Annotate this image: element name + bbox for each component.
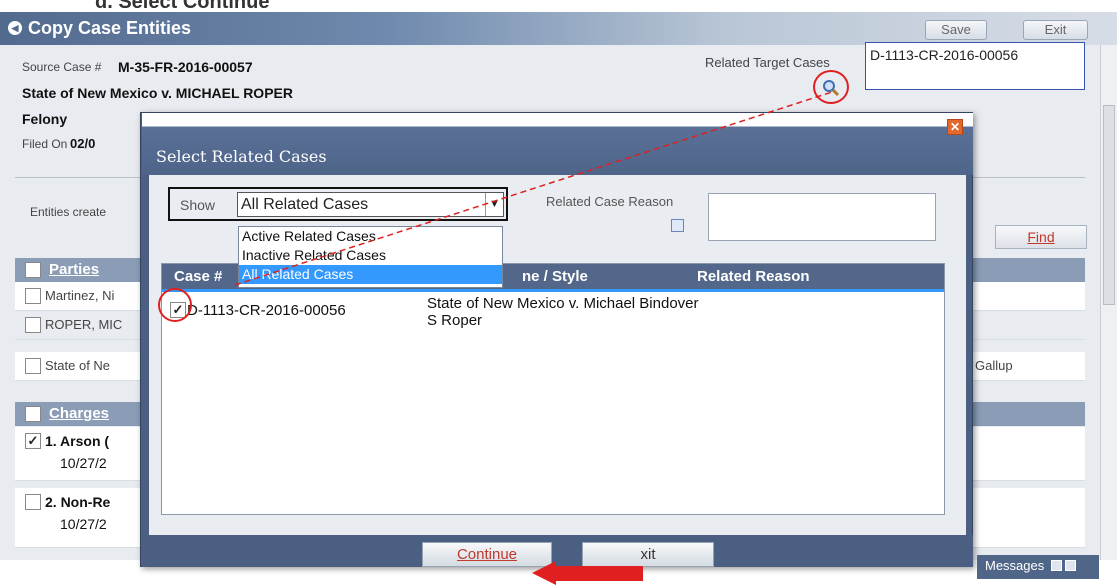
related-case-name-line2: S Roper [427,312,483,329]
party-name: State of Ne [45,358,111,373]
charge-checkbox[interactable] [25,494,41,510]
dialog-titlebar: ✕ Select Related Cases [142,113,973,175]
show-filter-box: Show All Related Cases ▼ [168,187,508,221]
related-case-reason-input[interactable] [708,193,936,241]
charges-header-label[interactable]: Charges [49,405,109,422]
related-case-reason-label: Related Case Reason [546,194,674,209]
dialog-exit-button[interactable]: xit [582,542,714,567]
show-select[interactable]: All Related Cases ▼ [237,192,504,217]
find-button[interactable]: Find [995,225,1087,249]
entities-created-label: Entities create [30,205,107,219]
case-style: State of New Mexico v. MICHAEL ROPER [22,85,293,101]
filed-on-value: 02/0 [70,136,96,151]
parties-select-all-checkbox[interactable] [25,262,41,278]
related-target-cases-field[interactable]: D-1113-CR-2016-00056 [865,42,1085,90]
row-checkbox[interactable] [25,358,41,374]
back-arrow-icon[interactable]: ◀ [8,21,22,35]
charge-date: 10/27/2 [60,455,107,471]
window-icon[interactable] [1064,560,1076,571]
dialog-title: Select Related Cases [156,147,327,166]
grid-selection-strip [162,289,944,292]
party-name: Martinez, Ni [45,288,115,303]
charge-checkbox[interactable]: ✓ [25,433,41,449]
save-button[interactable]: Save [925,20,987,40]
party-name: ROPER, MIC [45,317,123,332]
charge-label: 2. Non-Re [45,494,111,510]
show-select-value: All Related Cases [241,196,369,213]
chevron-down-icon[interactable]: ▼ [485,193,503,216]
col-name-style[interactable]: ne / Style [522,268,588,285]
source-case-label: Source Case # [22,60,102,74]
window-title: Copy Case Entities [28,18,192,38]
col-related-reason[interactable]: Related Reason [697,268,810,285]
source-case-number: M-35-FR-2016-00057 [118,59,253,75]
dropdown-option-inactive[interactable]: Inactive Related Cases [239,246,502,265]
party-location: Gallup [975,358,1013,373]
related-case-name-line1: State of New Mexico v. Michael Bindover [427,295,699,312]
show-label: Show [180,197,216,213]
charge-label: 1. Arson ( [45,433,110,449]
case-type: Felony [22,111,68,127]
exit-button[interactable]: Exit [1023,20,1088,40]
dropdown-option-all[interactable]: All Related Cases [239,265,502,284]
related-target-cases-label: Related Target Cases [705,55,830,70]
annotation-circle [158,288,192,322]
lookup-icon[interactable] [671,219,684,232]
dialog-footer: Continue xit [142,535,973,567]
filed-on-label: Filed On [22,137,68,151]
annotation-circle [813,70,849,104]
dropdown-option-active[interactable]: Active Related Cases [239,227,502,246]
row-checkbox[interactable] [25,288,41,304]
col-case-number[interactable]: Case # [174,268,222,285]
close-icon[interactable]: ✕ [947,119,963,135]
vertical-scrollbar[interactable] [1100,45,1117,560]
show-dropdown-list: Active Related Cases Inactive Related Ca… [238,226,503,288]
messages-label: Messages [985,558,1045,573]
window-icon[interactable] [1050,560,1062,571]
related-case-number: D-1113-CR-2016-00056 [187,302,346,319]
window-titlebar: ◀ Copy Case Entities Save Exit [0,12,1117,45]
scrollbar-thumb[interactable] [1103,105,1115,305]
parties-header-label[interactable]: Parties [49,261,99,278]
messages-bar[interactable]: Messages [977,555,1099,579]
select-related-cases-dialog: ✕ Select Related Cases Show All Related … [140,112,973,567]
charge-date: 10/27/2 [60,516,107,532]
charges-select-all-checkbox[interactable] [25,406,41,422]
related-cases-grid: Case # ne / Style Related Reason ✓ D-111… [161,263,945,515]
row-checkbox[interactable] [25,317,41,333]
